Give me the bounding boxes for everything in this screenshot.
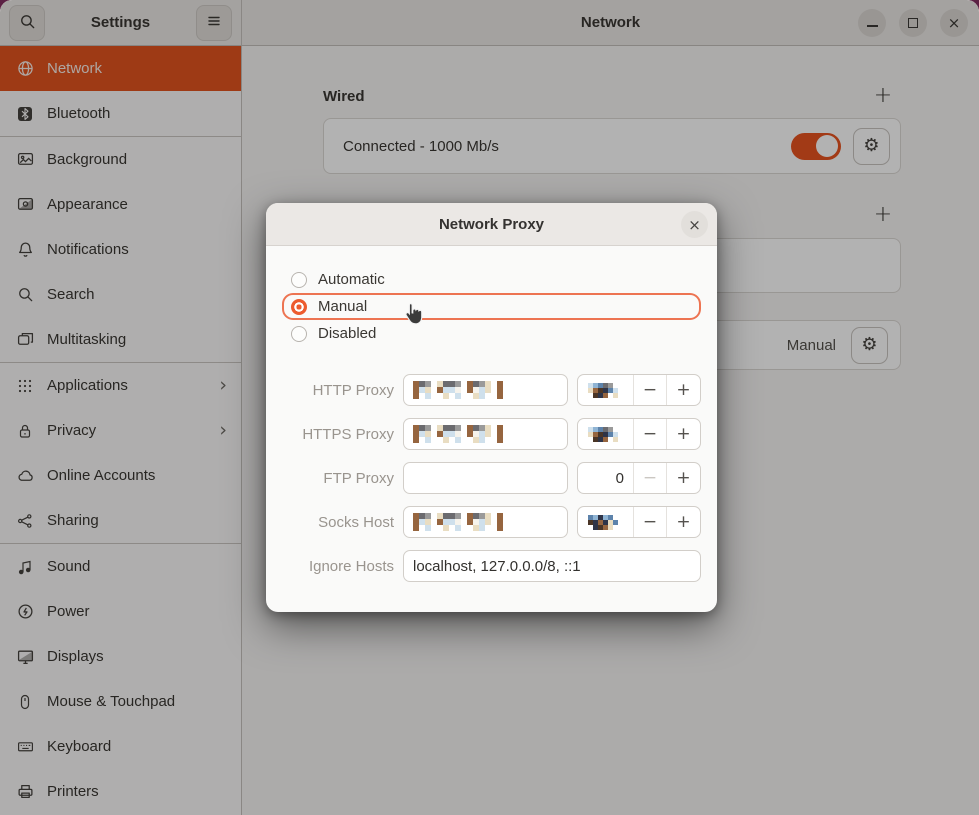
dialog-body: Automatic Manual Disabled HTTP Proxy − + xyxy=(266,246,717,582)
https-proxy-row: HTTPS Proxy − + xyxy=(282,418,701,450)
port-value[interactable]: 0 xyxy=(578,463,634,493)
radio-label: Disabled xyxy=(318,325,376,342)
redacted-port-value xyxy=(588,515,623,530)
spin-plus-button[interactable]: + xyxy=(667,463,700,493)
ftp-proxy-row: FTP Proxy 0 − + xyxy=(282,462,701,494)
https-proxy-port-spinner: − + xyxy=(577,418,701,450)
https-proxy-label: HTTPS Proxy xyxy=(282,426,394,443)
socks-host-label: Socks Host xyxy=(282,514,394,531)
plus-icon: + xyxy=(676,512,690,532)
http-proxy-row: HTTP Proxy − + xyxy=(282,374,701,406)
spin-minus-button[interactable]: − xyxy=(634,375,667,405)
proxy-option-automatic[interactable]: Automatic xyxy=(282,266,701,293)
radio-icon xyxy=(291,272,307,288)
http-proxy-port-spinner: − + xyxy=(577,374,701,406)
plus-icon: + xyxy=(676,468,690,488)
port-value[interactable] xyxy=(578,375,634,405)
proxy-option-disabled[interactable]: Disabled xyxy=(282,320,701,347)
redacted-port-value xyxy=(588,427,623,442)
ftp-proxy-port-spinner: 0 − + xyxy=(577,462,701,494)
spin-plus-button[interactable]: + xyxy=(667,507,700,537)
minus-icon: − xyxy=(643,468,657,488)
http-proxy-label: HTTP Proxy xyxy=(282,382,394,399)
redacted-host-value xyxy=(413,381,503,399)
radio-label: Manual xyxy=(318,298,367,315)
spin-minus-button[interactable]: − xyxy=(634,507,667,537)
ftp-proxy-host-input[interactable] xyxy=(403,462,568,494)
ignore-hosts-label: Ignore Hosts xyxy=(282,558,394,575)
minus-icon: − xyxy=(643,512,657,532)
spin-plus-button[interactable]: + xyxy=(667,419,700,449)
dialog-title: Network Proxy xyxy=(439,216,544,233)
proxy-option-manual[interactable]: Manual xyxy=(282,293,701,320)
plus-icon: + xyxy=(676,424,690,444)
ftp-proxy-label: FTP Proxy xyxy=(282,470,394,487)
network-proxy-dialog: Network Proxy × Automatic Manual Disable… xyxy=(266,203,717,612)
dialog-close-button[interactable]: × xyxy=(681,211,708,238)
port-value[interactable] xyxy=(578,419,634,449)
port-value[interactable] xyxy=(578,507,634,537)
http-proxy-host-input[interactable] xyxy=(403,374,568,406)
redacted-port-value xyxy=(588,383,623,398)
spin-minus-button[interactable]: − xyxy=(634,463,667,493)
ignore-hosts-row: Ignore Hosts localhost, 127.0.0.0/8, ::1 xyxy=(282,550,701,582)
spin-plus-button[interactable]: + xyxy=(667,375,700,405)
socks-host-row: Socks Host − + xyxy=(282,506,701,538)
radio-label: Automatic xyxy=(318,271,385,288)
dialog-headerbar: Network Proxy × xyxy=(266,203,717,246)
ignore-hosts-input[interactable]: localhost, 127.0.0.0/8, ::1 xyxy=(403,550,701,582)
ignore-hosts-value: localhost, 127.0.0.0/8, ::1 xyxy=(413,558,581,575)
radio-icon xyxy=(291,326,307,342)
close-icon: × xyxy=(688,216,701,234)
proxy-form: HTTP Proxy − + HTTPS Proxy − + xyxy=(282,374,701,582)
settings-window: Settings Network × Network Bluetooth xyxy=(0,0,979,815)
plus-icon: + xyxy=(676,380,690,400)
socks-port-spinner: − + xyxy=(577,506,701,538)
redacted-host-value xyxy=(413,513,503,531)
https-proxy-host-input[interactable] xyxy=(403,418,568,450)
radio-checked-icon xyxy=(291,299,307,315)
minus-icon: − xyxy=(643,424,657,444)
redacted-host-value xyxy=(413,425,503,443)
spin-minus-button[interactable]: − xyxy=(634,419,667,449)
socks-host-input[interactable] xyxy=(403,506,568,538)
minus-icon: − xyxy=(643,380,657,400)
